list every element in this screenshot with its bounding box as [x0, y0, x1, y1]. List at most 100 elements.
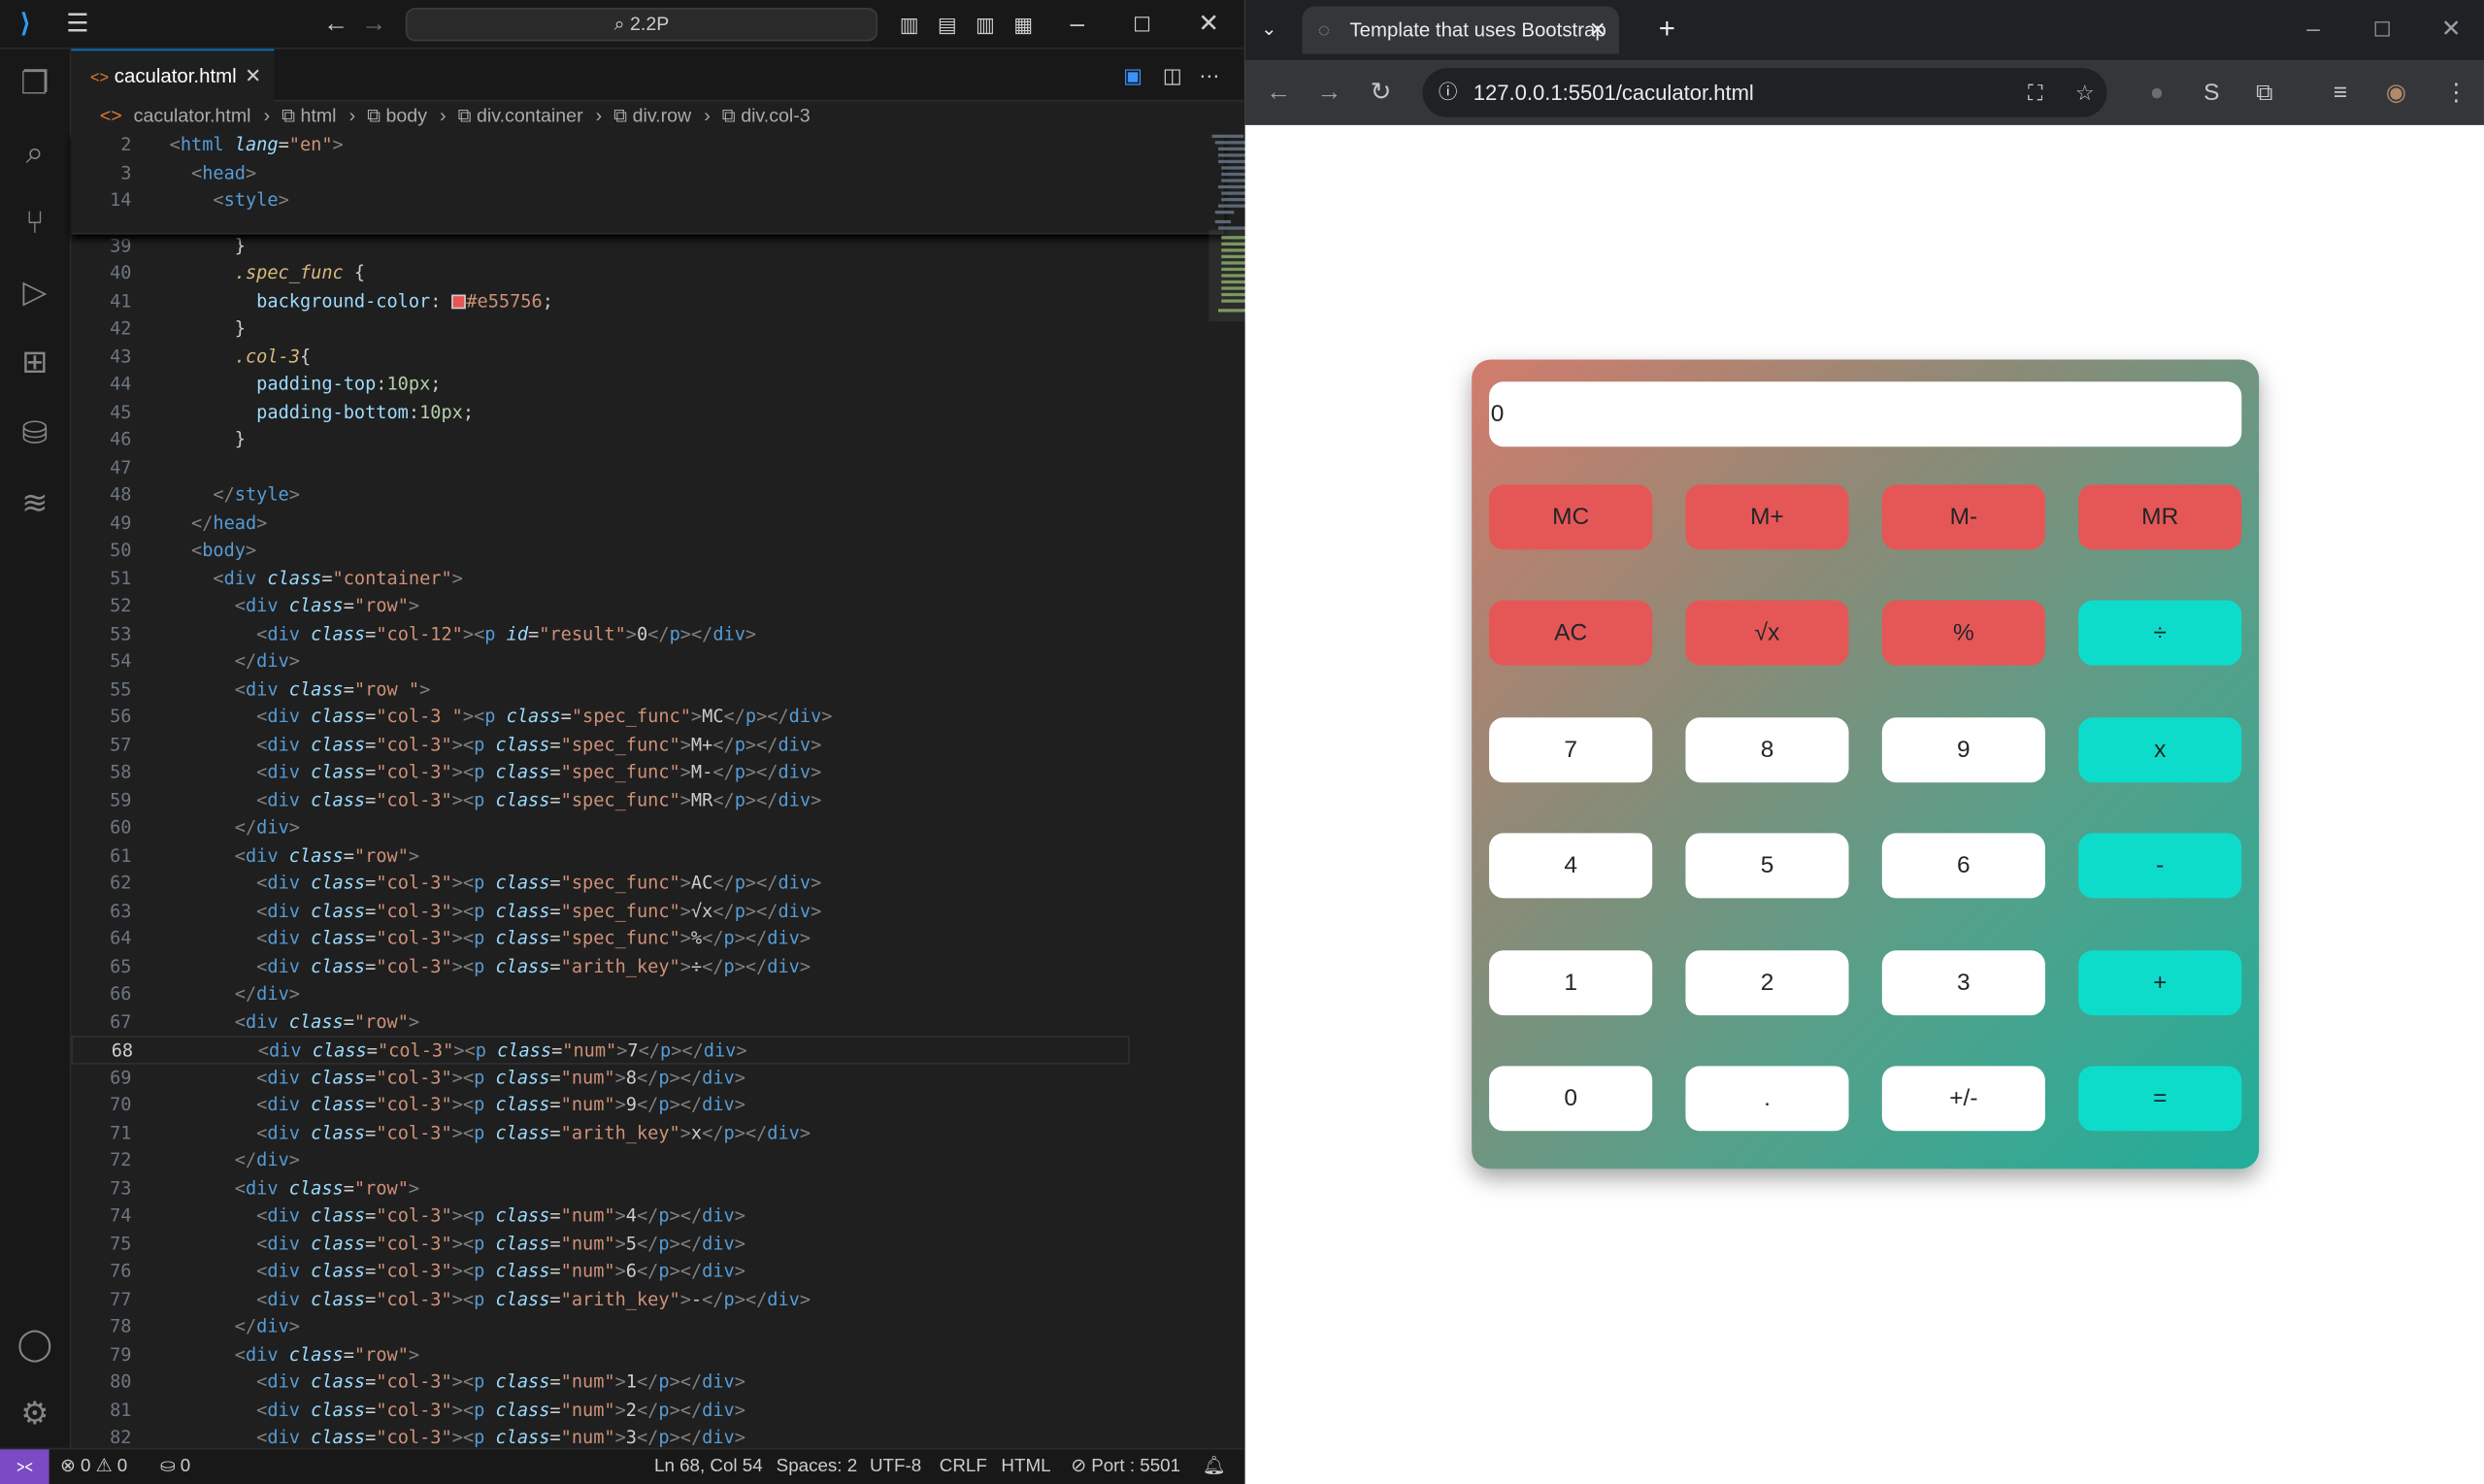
command-center-search[interactable]: ⌕ 2.2P: [405, 8, 878, 42]
breadcrumb-row[interactable]: ⧉ div.row: [613, 105, 698, 127]
calc-key[interactable]: .: [1685, 1066, 1849, 1132]
breadcrumb-html[interactable]: ⧉ html: [282, 105, 343, 127]
code-line[interactable]: 65 <div class="col-3"><p class="arith_ke…: [71, 953, 1129, 981]
code-line[interactable]: 52 <div class="row">: [71, 592, 1129, 620]
extension-icon-2[interactable]: S: [2203, 60, 2219, 125]
calc-key[interactable]: M+: [1685, 484, 1849, 550]
live-server-port[interactable]: ⊘ Port : 5501: [1071, 1449, 1180, 1484]
code-line[interactable]: 64 <div class="col-3"><p class="spec_fun…: [71, 925, 1129, 953]
profile-avatar[interactable]: ◉: [2386, 60, 2406, 125]
split-editor-icon[interactable]: ◫: [1163, 49, 1182, 102]
code-line[interactable]: 81 <div class="col-3"><p class="num">2</…: [71, 1397, 1129, 1425]
breadcrumb-body[interactable]: ⧉ body: [367, 105, 433, 127]
indentation[interactable]: Spaces: 2: [777, 1449, 857, 1484]
forward-icon[interactable]: →: [358, 0, 390, 49]
reload-icon[interactable]: ↻: [1371, 60, 1392, 125]
database-icon[interactable]: ⛁: [13, 412, 57, 456]
calc-key[interactable]: -: [2078, 833, 2242, 899]
code-line[interactable]: 48 </style>: [71, 481, 1129, 510]
code-line[interactable]: 77 <div class="col-3"><p class="arith_ke…: [71, 1285, 1129, 1313]
code-line[interactable]: 54 </div>: [71, 647, 1129, 676]
code-line[interactable]: 59 <div class="col-3"><p class="spec_fun…: [71, 786, 1129, 814]
code-line[interactable]: 41 background-color: #e55756;: [71, 287, 1129, 315]
explorer-icon[interactable]: ❐: [13, 62, 57, 107]
code-line[interactable]: 40 .spec_func {: [71, 260, 1129, 288]
code-line[interactable]: 61 <div class="row">: [71, 841, 1129, 870]
code-line[interactable]: 68 <div class="col-3"><p class="num">7</…: [71, 1036, 1130, 1064]
language-mode[interactable]: HTML: [1001, 1449, 1050, 1484]
code-line[interactable]: 53 <div class="col-12"><p id="result">0<…: [71, 620, 1129, 648]
calc-key[interactable]: MR: [2078, 484, 2242, 550]
code-line[interactable]: 62 <div class="col-3"><p class="spec_fun…: [71, 870, 1129, 898]
bookmark-star-icon[interactable]: ☆: [2075, 68, 2095, 117]
code-line[interactable]: 56 <div class="col-3 "><p class="spec_fu…: [71, 704, 1129, 732]
tab-search-icon[interactable]: ⌄: [1261, 0, 1276, 62]
code-line[interactable]: 49 </head>: [71, 510, 1129, 538]
code-line[interactable]: 67 <div class="row">: [71, 1008, 1129, 1037]
calc-key[interactable]: 9: [1881, 717, 2045, 783]
browser-back-icon[interactable]: ←: [1266, 60, 1291, 125]
calc-key[interactable]: 8: [1685, 717, 1849, 783]
translate-icon[interactable]: ⛶: [2028, 68, 2042, 117]
calc-key[interactable]: ÷: [2078, 600, 2242, 666]
code-line[interactable]: 42 }: [71, 315, 1129, 344]
layers-icon[interactable]: ≋: [13, 481, 57, 526]
toggle-secondary-sidebar-icon[interactable]: ▥: [971, 0, 999, 49]
search-icon[interactable]: ⌕: [13, 131, 57, 176]
code-line[interactable]: 39 }: [71, 232, 1129, 260]
sticky-line[interactable]: 14 <style>: [71, 187, 1129, 215]
code-line[interactable]: 51 <div class="container">: [71, 565, 1129, 593]
new-tab-icon[interactable]: +: [1659, 0, 1675, 62]
code-line[interactable]: 45 padding-bottom:10px;: [71, 398, 1129, 426]
code-line[interactable]: 58 <div class="col-3"><p class="spec_fun…: [71, 759, 1129, 787]
sticky-line[interactable]: 3 <head>: [71, 159, 1129, 187]
line-ending[interactable]: CRLF: [940, 1449, 987, 1484]
source-control-icon[interactable]: ⑂: [13, 201, 57, 246]
code-line[interactable]: 75 <div class="col-3"><p class="num">5</…: [71, 1230, 1129, 1258]
calc-key[interactable]: 0: [1489, 1066, 1653, 1132]
browser-close-icon[interactable]: ✕: [2441, 0, 2462, 62]
browser-maximize-icon[interactable]: ☐: [2373, 0, 2392, 62]
extensions-icon[interactable]: ⊞: [13, 341, 57, 385]
calc-key[interactable]: 3: [1881, 950, 2045, 1016]
breadcrumb-file[interactable]: <> caculator.html: [100, 105, 257, 127]
browser-tab[interactable]: ◌ Template that uses Bootstrap ✕: [1302, 6, 1619, 54]
calc-key[interactable]: 6: [1881, 833, 2045, 899]
sticky-line[interactable]: 2 <html lang="en">: [71, 131, 1129, 159]
code-line[interactable]: 74 <div class="col-3"><p class="num">4</…: [71, 1203, 1129, 1231]
run-debug-icon[interactable]: ▷: [13, 271, 57, 315]
encoding[interactable]: UTF-8: [870, 1449, 921, 1484]
browser-minimize-icon[interactable]: –: [2306, 0, 2320, 62]
code-line[interactable]: 50 <body>: [71, 537, 1129, 565]
customize-layout-icon[interactable]: ▦: [1010, 0, 1038, 49]
menu-icon[interactable]: ☰: [60, 0, 95, 49]
ports-status[interactable]: ⛀ 0: [160, 1449, 190, 1484]
calc-key[interactable]: 5: [1685, 833, 1849, 899]
minimize-icon[interactable]: –: [1061, 0, 1093, 49]
toggle-panel-icon[interactable]: ▤: [933, 0, 961, 49]
calc-key[interactable]: AC: [1489, 600, 1653, 666]
code-line[interactable]: 76 <div class="col-3"><p class="num">6</…: [71, 1258, 1129, 1286]
code-line[interactable]: 60 </div>: [71, 814, 1129, 842]
breadcrumb-col[interactable]: ⧉ div.col-3: [722, 105, 816, 127]
tab-caculator-html[interactable]: <> caculator.html ✕: [71, 49, 275, 102]
calc-key[interactable]: 1: [1489, 950, 1653, 1016]
code-line[interactable]: 70 <div class="col-3"><p class="num">9</…: [71, 1091, 1129, 1119]
tab-close-icon[interactable]: ✕: [245, 50, 261, 101]
code-line[interactable]: 78 </div>: [71, 1313, 1129, 1341]
media-control-icon[interactable]: ≡: [2334, 60, 2347, 125]
calc-key[interactable]: x: [2078, 717, 2242, 783]
address-bar[interactable]: ⓘ 127.0.0.1:5501/caculator.html ⛶ ☆: [1422, 68, 2107, 117]
code-line[interactable]: 80 <div class="col-3"><p class="num">1</…: [71, 1369, 1129, 1397]
calc-key[interactable]: +/-: [1881, 1066, 2045, 1132]
calc-key[interactable]: +: [2078, 950, 2242, 1016]
open-preview-icon[interactable]: ▣: [1123, 49, 1143, 102]
extension-icon-1[interactable]: ●: [2150, 60, 2165, 125]
code-line[interactable]: 43 .col-3{: [71, 343, 1129, 371]
maximize-icon[interactable]: ☐: [1126, 0, 1158, 49]
cursor-position[interactable]: Ln 68, Col 54: [654, 1449, 763, 1484]
calc-key[interactable]: √x: [1685, 600, 1849, 666]
code-line[interactable]: 73 <div class="row">: [71, 1174, 1129, 1203]
settings-gear-icon[interactable]: ⚙: [13, 1393, 57, 1437]
code-line[interactable]: 63 <div class="col-3"><p class="spec_fun…: [71, 898, 1129, 926]
